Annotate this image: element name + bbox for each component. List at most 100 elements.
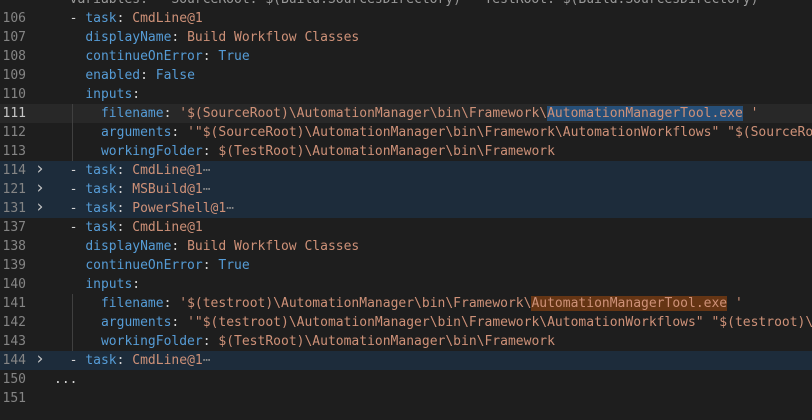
code-token: : — [202, 334, 219, 349]
code-token: CmdLine@1 — [132, 163, 203, 178]
line-number: 137 — [2, 220, 26, 235]
line-number: 138 — [2, 239, 26, 254]
code-line[interactable]: 142 arguments: '"$(testroot)\AutomationM… — [0, 313, 812, 332]
code-token: : — [171, 239, 188, 254]
code-token: True — [218, 258, 250, 273]
code-line[interactable]: 150... — [0, 370, 812, 389]
code-token: ⋯ — [202, 182, 211, 197]
code-token: Build Workflow Classes — [187, 30, 360, 45]
code-token: '$(SourceRoot)\AutomationManager\bin\Fra… — [179, 106, 548, 121]
code-line[interactable]: 143 workingFolder: $(TestRoot)\Automatio… — [0, 332, 812, 351]
code-text: arguments: '"$(SourceRoot)\AutomationMan… — [54, 123, 812, 142]
code-line[interactable]: 140 inputs: — [0, 275, 812, 294]
code-token: '"$(SourceRoot)\AutomationManager\bin\Fr… — [187, 125, 812, 140]
code-token: CmdLine@1 — [132, 11, 203, 26]
code-line[interactable]: 138 displayName: Build Workflow Classes — [0, 237, 812, 256]
code-token: False — [155, 68, 195, 83]
code-line[interactable]: 139 continueOnError: True — [0, 256, 812, 275]
selection-highlight: AutomationManagerTool.exe — [547, 106, 743, 121]
code-line[interactable]: 110 inputs: — [0, 85, 812, 104]
code-token: enabled — [85, 68, 141, 83]
code-line[interactable]: 113 workingFolder: $(TestRoot)\Automatio… — [0, 142, 812, 161]
line-number: 131 — [2, 201, 26, 216]
code-token: task — [85, 11, 117, 26]
code-token: : — [163, 106, 180, 121]
code-token: ' — [742, 106, 759, 121]
code-line[interactable]: 112 arguments: '"$(SourceRoot)\Automatio… — [0, 123, 812, 142]
code-token: - — [54, 11, 86, 26]
code-line[interactable]: 137 - task: CmdLine@1 — [0, 218, 812, 237]
line-number: 144 — [2, 353, 26, 368]
line-number: 109 — [2, 68, 26, 83]
code-token: inputs — [85, 87, 133, 102]
code-text: - task: CmdLine@1 — [54, 218, 203, 237]
code-text: inputs: — [54, 275, 140, 294]
line-number: 151 — [2, 391, 26, 406]
folded-code-line[interactable]: 121 › - task: MSBuild@1⋯ — [0, 180, 812, 199]
code-token: '$(testroot)\AutomationManager\bin\Frame… — [179, 296, 532, 311]
code-text: - task: CmdLine@1⋯ — [54, 351, 211, 370]
code-token: - — [54, 353, 86, 368]
find-match-highlight: AutomationManagerTool.exe — [531, 296, 728, 311]
code-text: - task: PowerShell@1⋯ — [54, 199, 234, 218]
code-token: task — [85, 163, 117, 178]
chevron-right-icon[interactable]: › — [33, 351, 47, 368]
code-token: displayName — [85, 30, 172, 45]
code-token: ... — [54, 372, 78, 387]
line-number: 142 — [2, 315, 26, 330]
code-token: - — [54, 163, 86, 178]
code-line[interactable]: 151 — [0, 389, 812, 408]
line-number: 143 — [2, 334, 26, 349]
line-number: 108 — [2, 49, 26, 64]
line-number: 150 — [2, 372, 26, 387]
folded-code-line[interactable]: 114 › - task: CmdLine@1⋯ — [0, 161, 812, 180]
folded-code-line[interactable]: 131 › - task: PowerShell@1⋯ — [0, 199, 812, 218]
code-line[interactable]: 108 continueOnError: True — [0, 47, 812, 66]
folded-code-line[interactable]: 144 › - task: CmdLine@1⋯ — [0, 351, 812, 370]
code-text: filename: '$(SourceRoot)\AutomationManag… — [54, 104, 758, 123]
line-number: 140 — [2, 277, 26, 292]
code-editor[interactable]: variables: SourceRoot: $(Build.SourcesDi… — [0, 0, 812, 420]
code-text: continueOnError: True — [54, 47, 249, 66]
partial-top-line: variables: SourceRoot: $(Build.SourcesDi… — [0, 0, 812, 9]
code-token: ⋯ — [226, 201, 235, 216]
code-text: ... — [54, 370, 77, 389]
code-token: continueOnError — [85, 49, 203, 64]
code-line[interactable]: 107 displayName: Build Workflow Classes — [0, 28, 812, 47]
line-number: 121 — [2, 182, 26, 197]
code-token: ' — [727, 296, 743, 311]
code-token: : — [116, 220, 133, 235]
code-token: inputs — [85, 277, 133, 292]
code-token: : — [116, 11, 133, 26]
code-token: displayName — [85, 239, 172, 254]
code-line[interactable]: 111 filename: '$(SourceRoot)\AutomationM… — [0, 104, 812, 123]
code-token: CmdLine@1 — [132, 353, 203, 368]
code-token: : — [202, 258, 219, 273]
code-line[interactable]: 106 - task: CmdLine@1 — [0, 9, 812, 28]
code-token: ⋯ — [202, 163, 211, 178]
code-text: displayName: Build Workflow Classes — [54, 237, 359, 256]
chevron-right-icon[interactable]: › — [33, 161, 47, 178]
code-token: $(TestRoot)\AutomationManager\bin\Framew… — [218, 144, 555, 159]
chevron-right-icon[interactable]: › — [33, 180, 47, 197]
code-token: task — [85, 182, 117, 197]
chevron-right-icon[interactable]: › — [33, 199, 47, 216]
code-line[interactable]: 109 enabled: False — [0, 66, 812, 85]
code-text: inputs: — [54, 85, 140, 104]
code-token: : — [116, 353, 133, 368]
code-token: filename — [100, 296, 164, 311]
code-token: : — [132, 277, 141, 292]
code-token: : — [202, 49, 219, 64]
line-number: 110 — [2, 87, 26, 102]
code-line[interactable]: 141 filename: '$(testroot)\AutomationMan… — [0, 294, 812, 313]
code-token: : — [116, 201, 133, 216]
code-text: arguments: '"$(testroot)\AutomationManag… — [54, 313, 812, 332]
code-token: : — [171, 315, 188, 330]
